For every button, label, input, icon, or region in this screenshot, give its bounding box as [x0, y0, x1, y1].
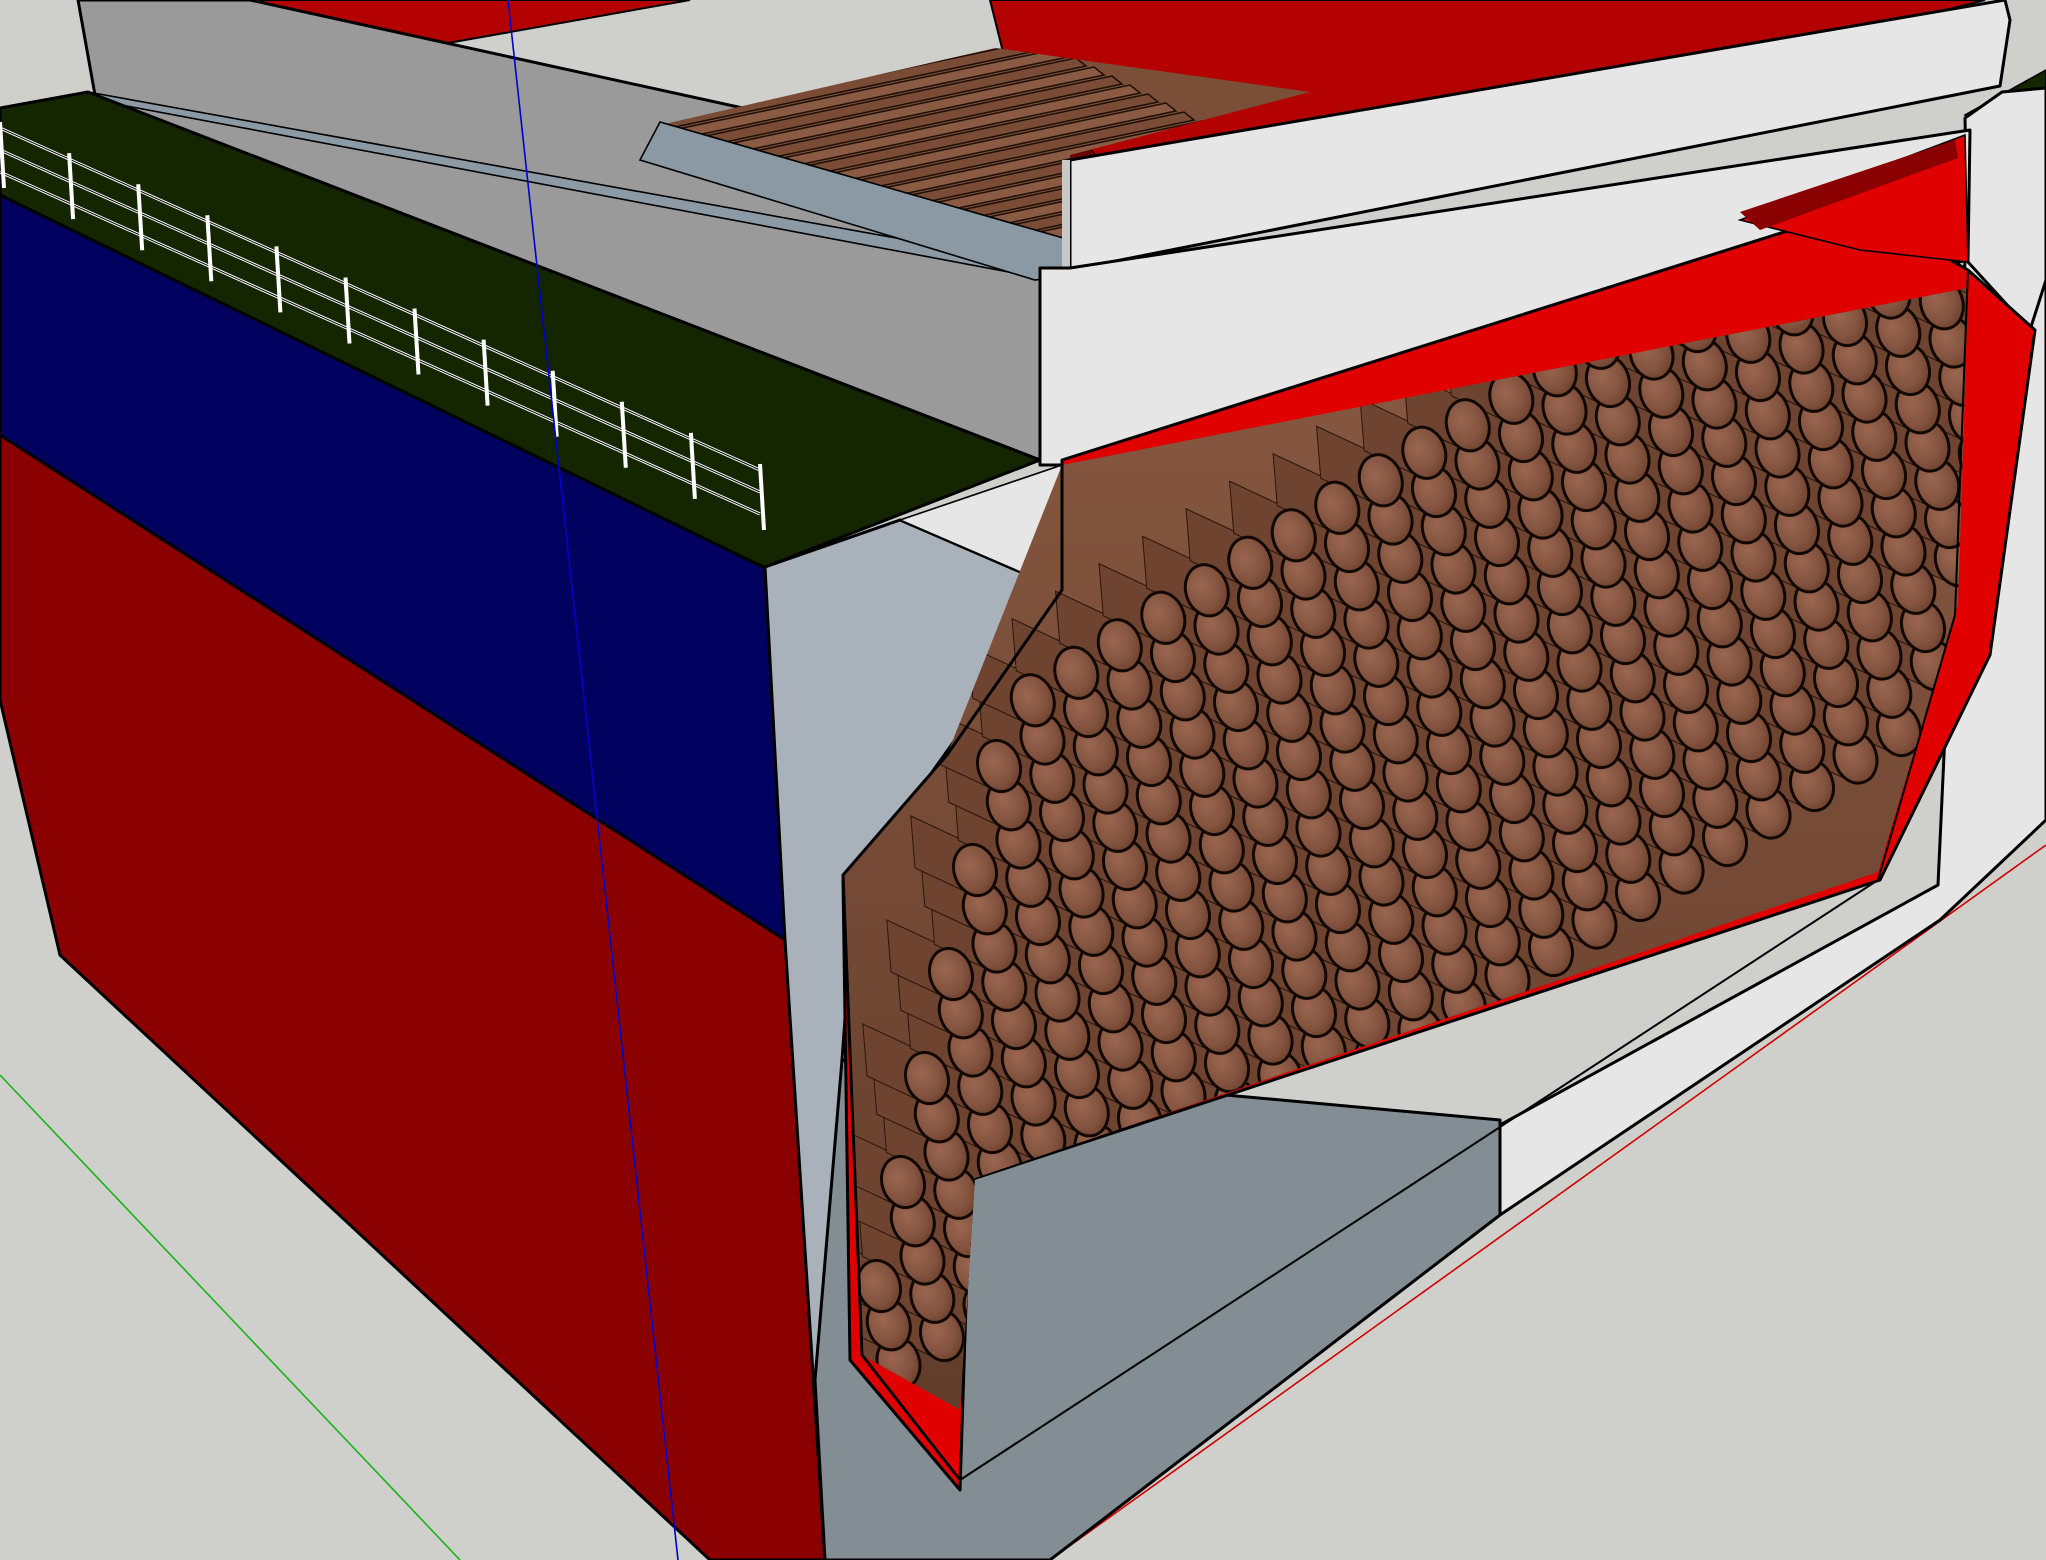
sketch-3d-viewport[interactable] — [0, 0, 2046, 1560]
ship-hold-model[interactable] — [0, 0, 2046, 1560]
white-beam-edge — [1062, 160, 1070, 270]
